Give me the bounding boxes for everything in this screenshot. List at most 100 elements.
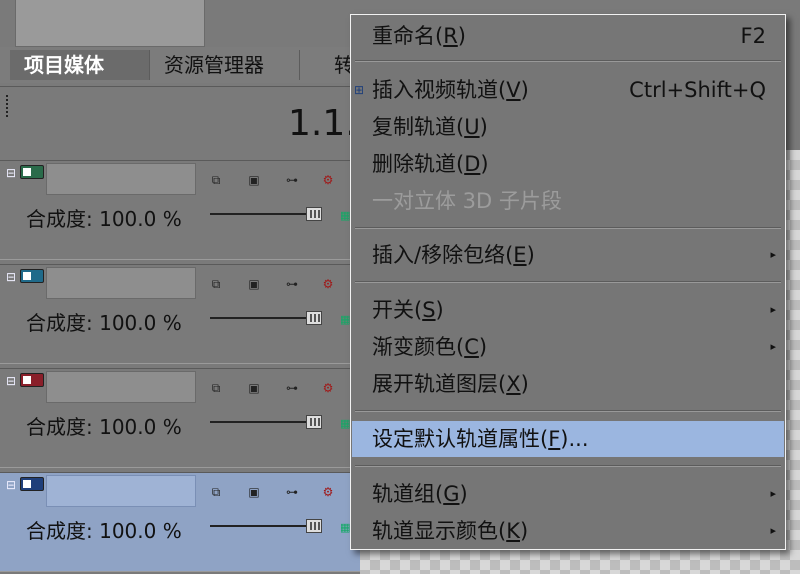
compositing-level-label: 合成度: 100.0 % [26, 311, 182, 335]
compositing-slider-thumb[interactable] [306, 519, 322, 533]
track-motion-icon[interactable]: ⧉ [208, 173, 224, 187]
submenu-arrow-icon: ▸ [770, 303, 776, 316]
menu-item-accel-key: D [464, 152, 481, 176]
track-fx-gear-icon[interactable]: ⚙ [320, 485, 336, 499]
menu-item-label-suffix: ) [520, 372, 529, 396]
compositing-mode-icon[interactable]: ⊶ [284, 485, 300, 499]
menu-item-delete-track[interactable]: 删除轨道(D) [352, 146, 784, 182]
pan-crop-icon[interactable]: ▣ [246, 277, 262, 291]
menu-item-expand-track-layers[interactable]: 展开轨道图层(X) [352, 366, 784, 402]
compositing-slider-track[interactable] [210, 213, 310, 215]
compositing-slider-track[interactable] [210, 317, 310, 319]
menu-item-switches[interactable]: 开关(S) ▸ [352, 292, 784, 328]
menu-item-accel-key: G [443, 482, 460, 506]
menu-item-accel-key: R [443, 24, 458, 48]
menu-item-accel-key: X [506, 372, 521, 396]
pan-crop-icon[interactable]: ▣ [246, 485, 262, 499]
menu-separator [355, 410, 781, 412]
menu-item-shortcut: Ctrl+Shift+Q [629, 78, 766, 102]
menu-item-label: 展开轨道图层( [372, 372, 507, 396]
submenu-arrow-icon: ▸ [770, 524, 776, 537]
menu-item-label-suffix: ) [457, 24, 466, 48]
menu-item-label-suffix: )... [560, 427, 589, 451]
menu-item-track-display-color[interactable]: 轨道显示颜色(K) ▸ [352, 513, 784, 549]
video-track-icon [20, 269, 44, 283]
menu-item-label-suffix: ) [435, 298, 444, 322]
tab-project-media[interactable]: 项目媒体 [10, 50, 150, 80]
collapse-icon[interactable]: ⊟ [4, 478, 18, 492]
compositing-slider-track[interactable] [210, 421, 310, 423]
menu-item-label: 插入视频轨道( [372, 78, 507, 102]
collapse-icon[interactable]: ⊟ [4, 374, 18, 388]
compositing-mode-icon[interactable]: ⊶ [284, 173, 300, 187]
submenu-arrow-icon: ▸ [770, 487, 776, 500]
track-header[interactable]: ⊟ ⧉ ▣ ⊶ ⚙ 合成度: 100.0 % ▦ [0, 264, 360, 364]
collapse-icon[interactable]: ⊟ [4, 270, 18, 284]
track-name-field[interactable] [46, 267, 196, 299]
track-motion-icon[interactable]: ⧉ [208, 277, 224, 291]
menu-item-label: 复制轨道( [372, 115, 465, 139]
menu-item-accel-key: C [464, 335, 479, 359]
menu-item-label: 开关( [372, 298, 423, 322]
menu-item-accel-key: V [506, 78, 521, 102]
compositing-mode-icon[interactable]: ⊶ [284, 381, 300, 395]
menu-item-accel-key: S [422, 298, 436, 322]
menu-item-label-suffix: ) [480, 152, 489, 176]
timecode-display: 1.1. [288, 103, 357, 144]
menu-item-fade-colors[interactable]: 渐变颜色(C) ▸ [352, 329, 784, 365]
menu-item-accel-key: F [548, 427, 561, 451]
menu-item-stereo-3d-subclip: 一对立体 3D 子片段 [352, 183, 784, 219]
menu-separator [355, 465, 781, 467]
track-header-selected[interactable]: ⊟ ⧉ ▣ ⊶ ⚙ 合成度: 100.0 % ▦ [0, 472, 360, 572]
pan-crop-icon[interactable]: ▣ [246, 173, 262, 187]
pan-crop-icon[interactable]: ▣ [246, 381, 262, 395]
compositing-slider-thumb[interactable] [306, 415, 322, 429]
submenu-arrow-icon: ▸ [770, 248, 776, 261]
track-motion-icon[interactable]: ⧉ [208, 381, 224, 395]
menu-item-label: 设定默认轨道属性( [372, 427, 549, 451]
track-motion-icon[interactable]: ⧉ [208, 485, 224, 499]
menu-item-insert-remove-envelope[interactable]: 插入/移除包络(E) ▸ [352, 237, 784, 273]
menu-item-label: 轨道组( [372, 482, 444, 506]
menu-item-set-default-track-properties[interactable]: 设定默认轨道属性(F)... [352, 421, 784, 457]
menu-item-track-group[interactable]: 轨道组(G) ▸ [352, 476, 784, 512]
compositing-slider-thumb[interactable] [306, 207, 322, 221]
submenu-arrow-icon: ▸ [770, 340, 776, 353]
track-fx-gear-icon[interactable]: ⚙ [320, 381, 336, 395]
insert-track-icon: ⊞ [354, 83, 365, 97]
timecode-bar: 1.1. [0, 86, 360, 158]
drag-grip-icon[interactable] [6, 95, 9, 117]
compositing-mode-icon[interactable]: ⊶ [284, 277, 300, 291]
menu-separator [355, 60, 781, 62]
tab-bar: 项目媒体 资源管理器 转 [0, 47, 360, 83]
track-header[interactable]: ⊟ ⧉ ▣ ⊶ ⚙ 合成度: 100.0 % ▦ [0, 160, 360, 260]
menu-item-accel-key: U [464, 115, 480, 139]
compositing-level-label: 合成度: 100.0 % [26, 207, 182, 231]
track-fx-gear-icon[interactable]: ⚙ [320, 173, 336, 187]
menu-item-label: 一对立体 3D 子片段 [372, 189, 562, 213]
track-name-field[interactable] [46, 371, 196, 403]
menu-item-rename[interactable]: 重命名(R) F2 [352, 18, 784, 54]
menu-item-label: 重命名( [372, 24, 444, 48]
menu-item-accel-key: E [513, 243, 527, 267]
tab-explorer[interactable]: 资源管理器 [150, 50, 300, 80]
preview-thumbnail-area [15, 0, 205, 47]
menu-item-label: 插入/移除包络( [372, 243, 514, 267]
track-fx-gear-icon[interactable]: ⚙ [320, 277, 336, 291]
menu-item-duplicate-track[interactable]: 复制轨道(U) [352, 109, 784, 145]
track-header[interactable]: ⊟ ⧉ ▣ ⊶ ⚙ 合成度: 100.0 % ▦ [0, 368, 360, 468]
compositing-slider-thumb[interactable] [306, 311, 322, 325]
compositing-level-label: 合成度: 100.0 % [26, 415, 182, 439]
compositing-level-label: 合成度: 100.0 % [26, 519, 182, 543]
track-name-field[interactable] [46, 475, 196, 507]
menu-item-label: 删除轨道( [372, 152, 465, 176]
collapse-icon[interactable]: ⊟ [4, 166, 18, 180]
menu-item-label: 渐变颜色( [372, 335, 465, 359]
menu-item-insert-video-track[interactable]: ⊞ 插入视频轨道(V) Ctrl+Shift+Q [352, 72, 784, 108]
menu-item-label-suffix: ) [520, 78, 529, 102]
menu-separator [355, 227, 781, 229]
compositing-slider-track[interactable] [210, 525, 310, 527]
menu-item-accel-key: K [506, 519, 520, 543]
track-context-menu: 重命名(R) F2 ⊞ 插入视频轨道(V) Ctrl+Shift+Q 复制轨道(… [350, 14, 786, 550]
track-name-field[interactable] [46, 163, 196, 195]
